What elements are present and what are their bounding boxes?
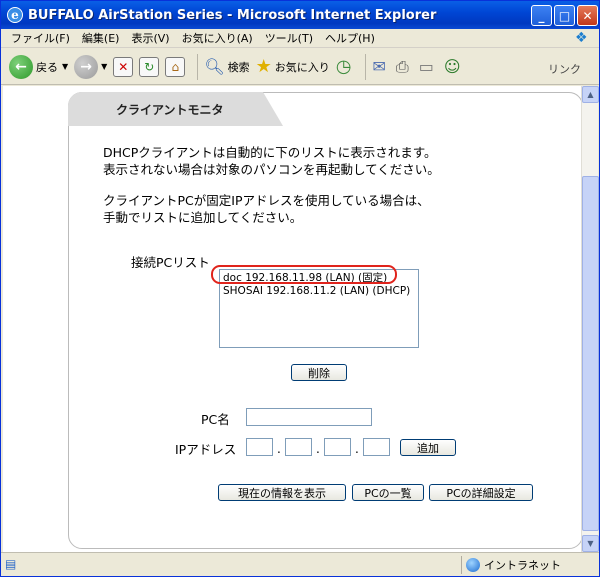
connected-pc-list-label: 接続PCリスト — [131, 255, 210, 270]
page-title-tab: クライアントモニタ — [68, 92, 283, 126]
favorites-label: お気に入り — [274, 60, 330, 74]
page-status-icon: ▤ — [5, 556, 17, 571]
toolbar-divider — [197, 53, 199, 80]
minimize-button[interactable]: _ — [531, 5, 552, 26]
messenger-icon[interactable]: ☺ — [444, 57, 461, 76]
pc-list-button[interactable]: PCの一覧 — [352, 484, 424, 501]
security-zone-label: イントラネット — [484, 559, 561, 572]
search-label: 検索 — [227, 60, 250, 74]
back-button[interactable]: ← 戻る ▼ — [9, 54, 69, 79]
home-icon[interactable]: ⌂ — [165, 56, 186, 77]
ie-logo-icon: e — [7, 7, 23, 23]
mail-icon[interactable]: ✉ — [372, 57, 385, 76]
ip-octet4-input[interactable] — [363, 438, 390, 456]
show-current-info-button[interactable]: 現在の情報を表示 — [218, 484, 346, 501]
print-icon[interactable]: ⎙ — [396, 57, 409, 77]
ip-separator: . — [355, 442, 359, 456]
list-item[interactable]: SHOSAI 192.168.11.2 (LAN) (DHCP) — [223, 285, 415, 298]
ip-octet3-input[interactable] — [324, 438, 351, 456]
ip-separator: . — [277, 442, 281, 456]
menu-favorites[interactable]: お気に入り(A) — [182, 30, 253, 46]
vertical-scrollbar[interactable]: ▲ ▼ — [581, 86, 599, 552]
scroll-up-icon[interactable]: ▲ — [582, 86, 599, 103]
scroll-down-icon[interactable]: ▼ — [582, 535, 599, 552]
favorites-button[interactable]: ★ お気に入り — [256, 56, 330, 77]
maximize-button[interactable]: □ — [554, 5, 575, 26]
ip-octet1-input[interactable] — [246, 438, 273, 456]
menu-view[interactable]: 表示(V) — [131, 30, 169, 46]
menu-file[interactable]: ファイル(F) — [11, 30, 70, 46]
dhcp-description-line1: DHCPクライアントは自動的に下のリストに表示されます。 — [103, 145, 437, 160]
close-button[interactable]: ✕ — [577, 5, 598, 26]
back-arrow-icon: ← — [9, 54, 33, 79]
ip-address-label: IPアドレス — [175, 442, 237, 457]
status-bar: ▤ イントラネット — [1, 552, 599, 576]
add-button[interactable]: 追加 — [400, 439, 456, 456]
forward-arrow-icon: → — [74, 54, 99, 79]
back-label: 戻る — [36, 60, 58, 74]
history-icon[interactable]: ◷ — [336, 56, 352, 77]
dropdown-arrow-icon: ▼ — [62, 62, 69, 71]
ip-octet2-input[interactable] — [285, 438, 312, 456]
security-zone: イントラネット — [461, 556, 561, 574]
pc-name-input[interactable] — [246, 408, 372, 426]
static-ip-description-line1: クライアントPCが固定IPアドレスを使用している場合は、 — [103, 193, 430, 208]
toolbar-divider — [365, 53, 367, 80]
search-icon: 🔍︎ — [204, 57, 225, 76]
scroll-thumb[interactable] — [582, 176, 599, 531]
menu-edit[interactable]: 編集(E) — [82, 30, 120, 46]
star-icon: ★ — [255, 56, 272, 77]
pc-detail-settings-button[interactable]: PCの詳細設定 — [429, 484, 533, 501]
forward-button[interactable]: → ▼ — [74, 54, 108, 79]
dropdown-arrow-icon: ▼ — [101, 62, 108, 71]
toolbar: ← 戻る ▼ → ▼ ✕ ↻ ⌂ 🔍︎ 検索 ★ お気に入り ◷ ✉ ⎙ ▭ ☺ — [1, 49, 599, 85]
edit-icon[interactable]: ▭ — [419, 57, 434, 76]
dhcp-description-line2: 表示されない場合は対象のパソコンを再起動してください。 — [103, 162, 440, 177]
stop-icon[interactable]: ✕ — [113, 56, 134, 77]
menu-bar: ファイル(F) 編集(E) 表示(V) お気に入り(A) ツール(T) ヘルプ(… — [1, 29, 599, 48]
browser-window: e BUFFALO AirStation Series - Microsoft … — [0, 0, 600, 577]
pc-name-label: PC名 — [201, 412, 230, 427]
page-content: クライアントモニタ DHCPクライアントは自動的に下のリストに表示されます。 表… — [3, 86, 581, 552]
intranet-globe-icon — [466, 558, 480, 572]
highlight-ring — [211, 265, 397, 284]
window-title: BUFFALO AirStation Series - Microsoft In… — [28, 7, 437, 23]
windows-logo-icon: ❖ — [575, 30, 588, 46]
refresh-icon[interactable]: ↻ — [139, 56, 160, 77]
ip-separator: . — [316, 442, 320, 456]
search-button[interactable]: 🔍︎ 検索 — [204, 57, 249, 76]
menu-tools[interactable]: ツール(T) — [265, 30, 313, 46]
delete-button[interactable]: 削除 — [291, 364, 347, 381]
title-bar[interactable]: e BUFFALO AirStation Series - Microsoft … — [1, 1, 599, 29]
menu-help[interactable]: ヘルプ(H) — [325, 30, 375, 46]
static-ip-description-line2: 手動でリストに追加してください。 — [103, 210, 303, 225]
links-label[interactable]: リンク — [548, 61, 581, 77]
